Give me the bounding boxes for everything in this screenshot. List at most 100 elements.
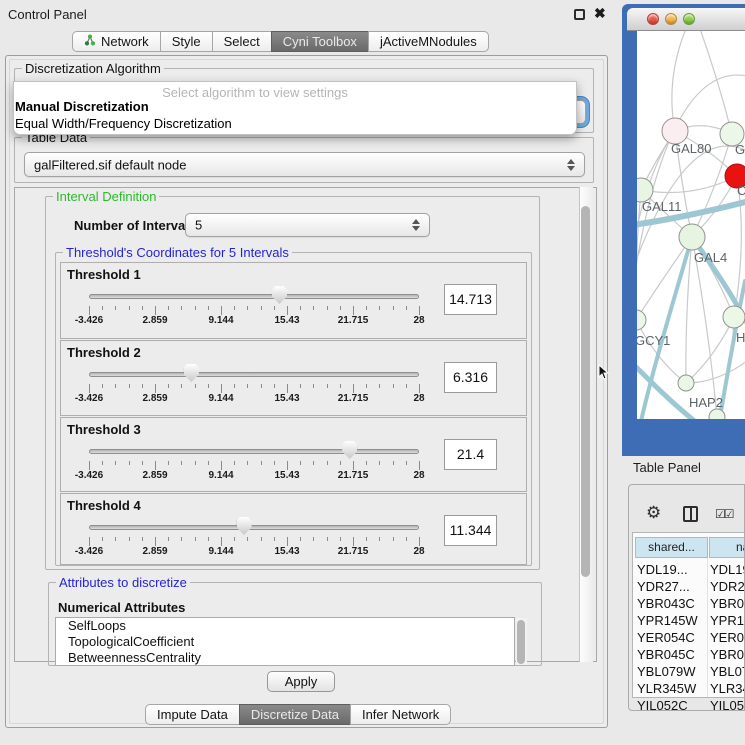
tab-tab-label: Select [224, 34, 260, 49]
network-window-titlebar[interactable] [627, 8, 745, 31]
table-data-combo[interactable]: galFiltered.sif default node [24, 152, 585, 177]
tick-label: 9.144 [208, 315, 233, 326]
threshold-value-field[interactable]: 21.4 [444, 439, 497, 470]
numerical-attributes-list[interactable]: SelfLoopsTopologicalCoefficientBetweenne… [55, 617, 515, 666]
tick-label: -3.426 [75, 470, 103, 481]
minimize-traffic-light[interactable] [665, 13, 677, 25]
slider-track[interactable] [89, 372, 419, 377]
slider-tick [208, 461, 209, 465]
threshold-label: Threshold 4 [67, 498, 141, 513]
table-row[interactable]: YBL079WYBL07 [633, 663, 745, 680]
dropdown-option[interactable]: Equal Width/Frequency Discretization [15, 116, 232, 131]
network-canvas[interactable]: GAL80GCGAL11GAL4GCY1HHAP2 [637, 31, 745, 419]
slider-tick [274, 461, 275, 465]
slider-tick [313, 461, 314, 465]
tab-cyni-toolbox[interactable]: Cyni Toolbox [271, 31, 369, 52]
column-header[interactable]: na [709, 537, 745, 558]
slider-tick [287, 306, 288, 315]
threshold-value-field[interactable]: 6.316 [444, 362, 497, 393]
table-cell-name: YBL07 [710, 664, 745, 679]
tick-label: -3.426 [75, 393, 103, 404]
slider-tick [115, 384, 116, 388]
tab-impute-data[interactable]: Impute Data [145, 704, 240, 725]
table-cell-name: YBR04 [710, 647, 745, 662]
network-edge[interactable] [699, 31, 732, 134]
network-node[interactable] [637, 310, 646, 330]
list-scrollbar-thumb[interactable] [517, 620, 525, 664]
slider-tick [142, 461, 143, 465]
slider-tick [393, 461, 394, 465]
slider-handle[interactable] [272, 286, 287, 304]
table-row[interactable]: YBR045CYBR04 [633, 646, 745, 663]
tab-select[interactable]: Select [212, 31, 272, 52]
slider-tick [366, 306, 367, 310]
network-node[interactable] [679, 224, 705, 250]
attribute-list-item[interactable]: BetweennessCentrality [56, 650, 514, 666]
slider-handle[interactable] [237, 517, 252, 535]
vertical-scrollbar-thumb[interactable] [581, 206, 590, 577]
tab-infer-network[interactable]: Infer Network [350, 704, 451, 725]
list-scrollbar-track[interactable] [516, 618, 527, 665]
slider-track[interactable] [89, 449, 419, 454]
slider-tick [142, 537, 143, 541]
slider-tick [247, 461, 248, 465]
slider-tick [379, 306, 380, 310]
tab-network[interactable]: Network [72, 31, 161, 52]
settings-gear-icon[interactable]: ⚙ [646, 503, 661, 523]
table-cell-shared-name: YDL19... [637, 562, 707, 577]
table-row[interactable]: YDL19...YDL19 [633, 561, 745, 578]
slider-track[interactable] [89, 525, 419, 530]
control-panel-header: Control Panel ✖ [0, 0, 620, 28]
table-row[interactable]: YLR345WYLR34 [633, 680, 745, 697]
tab-style[interactable]: Style [160, 31, 213, 52]
table-row[interactable]: YIL052CYIL05 [633, 697, 745, 711]
slider-tick [115, 306, 116, 310]
threshold-value-field[interactable]: 11.344 [444, 515, 497, 546]
tab-tab-label: Impute Data [157, 707, 228, 722]
slider-tick [379, 537, 380, 541]
close-traffic-light[interactable] [647, 13, 659, 25]
table-row[interactable]: YBR043CYBR04 [633, 595, 745, 612]
tab-jactivemnodules[interactable]: jActiveMNodules [368, 31, 489, 52]
slider-tick [195, 461, 196, 465]
network-edge-weighted[interactable] [641, 237, 692, 419]
slider-tick [393, 306, 394, 310]
table-row[interactable]: YER054CYER05 [633, 629, 745, 646]
slider-track[interactable] [89, 294, 419, 299]
tab-discretize-data[interactable]: Discretize Data [239, 704, 351, 725]
num-intervals-combo[interactable]: 5 [185, 213, 430, 237]
zoom-traffic-light[interactable] [683, 13, 695, 25]
slider-tick [287, 461, 288, 470]
network-edge[interactable] [686, 361, 745, 383]
node-label: G [735, 142, 745, 157]
float-window-icon[interactable] [574, 9, 585, 20]
attribute-list-item[interactable]: SelfLoops [56, 618, 514, 634]
split-columns-icon[interactable] [683, 506, 698, 522]
network-edge[interactable] [672, 31, 687, 131]
column-checkboxes-icon[interactable]: ☑☑ [715, 507, 733, 521]
network-edge[interactable] [637, 237, 692, 320]
combo-stepper-icon [567, 159, 575, 171]
column-header[interactable]: shared... [635, 537, 708, 558]
network-node[interactable] [678, 375, 694, 391]
tick-label: -3.426 [75, 315, 103, 326]
close-icon[interactable]: ✖ [594, 5, 606, 22]
slider-handle[interactable] [184, 364, 199, 382]
slider-tick [327, 537, 328, 541]
table-row[interactable]: YDR27...YDR27 [633, 578, 745, 595]
network-node[interactable] [723, 306, 745, 328]
slider-tick [181, 461, 182, 465]
dropdown-option[interactable]: Manual Discretization [15, 99, 149, 114]
slider-tick [327, 384, 328, 388]
tick-label: 21.715 [338, 315, 369, 326]
slider-handle[interactable] [342, 441, 357, 459]
network-graph[interactable]: GAL80GCGAL11GAL4GCY1HHAP2 [637, 31, 745, 419]
slider-tick [89, 537, 90, 546]
slider-tick [155, 461, 156, 470]
slider-tick [195, 537, 196, 541]
attribute-list-item[interactable]: TopologicalCoefficient [56, 634, 514, 650]
table-cell-shared-name: YLR345W [637, 681, 707, 696]
threshold-value-field[interactable]: 14.713 [444, 284, 497, 315]
apply-button[interactable]: Apply [267, 671, 335, 692]
table-row[interactable]: YPR145WYPR14 [633, 612, 745, 629]
